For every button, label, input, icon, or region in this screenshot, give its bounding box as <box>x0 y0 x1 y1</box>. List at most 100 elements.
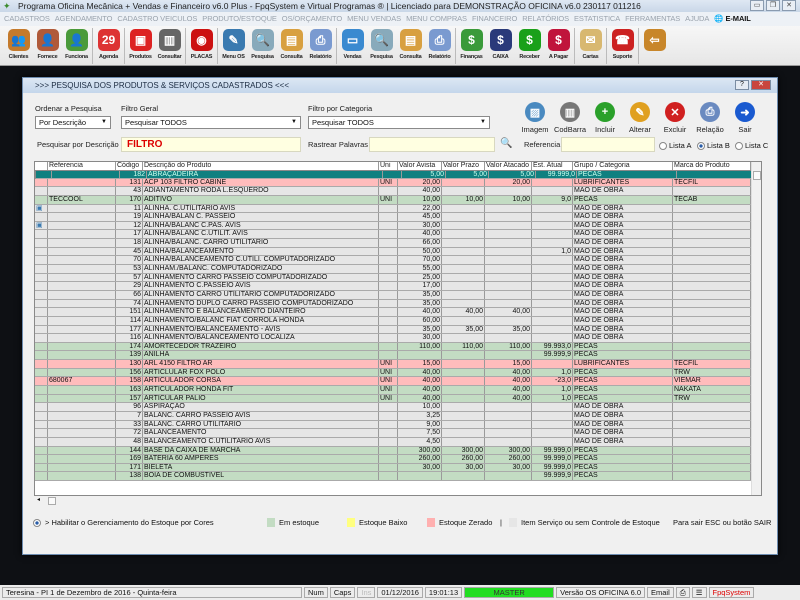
maximize-button[interactable]: ❐ <box>766 0 780 11</box>
toolbar-consulta-button[interactable]: ▤ Consulta <box>277 26 306 66</box>
close-button[interactable]: ✕ <box>782 0 796 11</box>
toolbar-relat-rio-button[interactable]: ⎙ Relatório <box>425 26 454 66</box>
search-description-input[interactable]: FILTRO <box>121 137 301 152</box>
help-button[interactable]: ? <box>735 80 749 90</box>
table-row[interactable]: 130 ARL 4150 FILTRO AR UNI 15,00 15,00 LUBRIF… <box>35 360 761 369</box>
menu-cadastros[interactable]: CADASTROS <box>4 12 50 26</box>
action-codbarra-button[interactable]: ▥ CodBarra <box>552 102 588 134</box>
printer-icon[interactable]: ⎙ <box>675 587 690 598</box>
toolbar-produtos-button[interactable]: ▣ Produtos <box>126 26 155 66</box>
table-row[interactable]: 7 BALANC. CARRO PASSEIO AVIS 3,25 MAO DE OB… <box>35 411 761 421</box>
table-row[interactable]: 157 ARTICULAR PALIO UNI 40,00 40,00 1,0 PECAS T… <box>35 394 761 404</box>
column-header[interactable]: Valor Atacado <box>485 162 532 170</box>
table-row[interactable]: 17 ALINHA/BALANC C.UTILIT. AVIS 40,00 MAO D… <box>35 230 761 240</box>
menu-relat-rios[interactable]: RELATÓRIOS <box>522 12 569 26</box>
toolbar-caixa-button[interactable]: $ CAIXA <box>486 26 515 66</box>
column-header[interactable]: Est. Atual <box>532 162 573 170</box>
order-select[interactable]: Por Descrição ▼ <box>35 116 111 129</box>
category-filter-select[interactable]: Pesquisar TODOS ▼ <box>308 116 490 129</box>
scroll-thumb[interactable] <box>48 497 56 505</box>
table-row[interactable]: 163 ARTICULADOR HONDA FIT UNI 40,00 40,00 1,0… <box>35 386 761 395</box>
column-header[interactable]: Valor Prazo <box>442 162 485 170</box>
toolbar-placas-button[interactable]: ◉ PLACAS <box>187 26 216 66</box>
menu-ajuda[interactable]: AJUDA <box>685 12 709 26</box>
table-row[interactable]: 18 ALINHA/BALANC. CARRO UTILITARIO 66,00 MA… <box>35 239 761 248</box>
table-row[interactable]: 33 BALANC. CARRO UTILITARIO 9,00 MAO DE OBR… <box>35 420 761 430</box>
table-row[interactable]: 151 ALINHAMENTO E BALANCEAMENTO DIANTEIRO… <box>35 308 761 317</box>
column-header[interactable]: Código <box>116 162 143 170</box>
table-row[interactable]: 156 ARTICLULAR FOX POLO UNI 40,00 40,00 1,0 PE… <box>35 368 761 378</box>
toolbar-menu-os-button[interactable]: ✎ Menu OS <box>219 26 248 66</box>
track-words-input[interactable] <box>369 137 495 152</box>
toolbar-a-pagar-button[interactable]: $ A Pagar <box>544 26 573 66</box>
toolbar-relat-rio-button[interactable]: ⎙ Relatório <box>306 26 335 66</box>
menu-email[interactable]: 🌐 E-MAIL <box>714 12 751 26</box>
table-row[interactable]: 45 ALINHA/BALANCEAMENTO 50,00 1,0 MAO DE OBR… <box>35 247 761 257</box>
table-row[interactable]: 29 ALINHAMENTO C.PASSEIO AVIS 17,00 MAO DE … <box>35 282 761 291</box>
scroll-thumb[interactable] <box>753 171 761 180</box>
toolbar-suporte-button[interactable]: ☎ Suporte <box>608 26 637 66</box>
toolbar-fornece-button[interactable]: 👤 Fornece <box>33 26 62 66</box>
menu-ferramentas[interactable]: FERRAMENTAS <box>625 12 680 26</box>
dialog-close-button[interactable]: ✕ <box>751 80 771 90</box>
table-row[interactable]: 182 ABRAÇADEIRA 5,00 5,00 5,00 99.999,0 PECAS <box>35 170 756 179</box>
column-header[interactable]: Referencia <box>48 162 116 170</box>
toolbar-finan-as-button[interactable]: $ Finanças <box>457 26 486 66</box>
toolbar-vendas-button[interactable]: ▭ Vendas <box>338 26 367 66</box>
horizontal-scrollbar[interactable]: ◂ <box>34 496 762 506</box>
action-rela-o-button[interactable]: ⎙ Relação <box>692 102 728 134</box>
radio-lista-c[interactable]: Lista C <box>735 141 768 150</box>
table-row[interactable]: 139 ANILHA 99.999,9 PECAS <box>35 351 761 361</box>
stock-colors-toggle[interactable]: > Habilitar o Gerenciamento do Estoque p… <box>33 518 214 527</box>
column-header[interactable]: Descrição do Produto <box>143 162 379 170</box>
scroll-left-icon[interactable]: ◂ <box>37 496 40 503</box>
table-row[interactable]: 53 ALINHAM./BALANC. COMPUTADORIZADO 55,00 M… <box>35 265 761 274</box>
table-row[interactable]: 43 ADIANTAMENTO RODA L.ESQUERDO 40,00 MAO D… <box>35 187 761 196</box>
table-row[interactable]: 48 BALANCEAMENTO C.UTILITARIO AVIS 4,50 MAO… <box>35 437 761 447</box>
table-row[interactable]: 169 BATERIA 60 AMPERES 260,00 260,00 260,00 9… <box>35 455 761 464</box>
table-row[interactable]: 66 ALINHAMENTO CARRO UTILITARIO COMPUTADO… <box>35 290 761 300</box>
table-row[interactable]: 70 ALINHA/BALANCEAMENTO C.UTILI. COMPUTAD… <box>35 256 761 266</box>
column-header[interactable]: Grupo / Categoria <box>573 162 673 170</box>
table-row[interactable]: ▣ 11 ALINHA. C.UTILITARIO AVIS 22,00 MAO DE … <box>35 204 761 214</box>
radio-lista-b[interactable]: Lista B <box>697 141 730 150</box>
toolbar-pesquisa-button[interactable]: 🔍 Pesquisa <box>367 26 396 66</box>
table-row[interactable]: 680067 158 ARTICULADOR CORSA UNI 40,00 40,00-… <box>35 377 761 387</box>
toolbar-cartas-button[interactable]: ✉ Cartas <box>576 26 605 66</box>
reference-input[interactable] <box>561 137 655 152</box>
table-row[interactable]: TECCOOL 170 ADITIVO UNI 10,00 10,00 10,00 9,0 PE… <box>35 195 761 205</box>
menu-os-or-amento[interactable]: OS/ORÇAMENTO <box>282 12 342 26</box>
search-icon[interactable]: 🔍 <box>500 138 512 149</box>
table-row[interactable]: 144 BASE DA CAIXA DE MARCHA 300,00 300,00 30… <box>35 446 761 456</box>
table-row[interactable]: 131 ACP 103 FILTRO CABINE UNI 20,00 20,00 LUB… <box>35 178 761 188</box>
minimize-button[interactable]: ▭ <box>750 0 764 11</box>
table-row[interactable]: 171 BIELETA 30,00 30,00 30,00 99.999,0 PECAS <box>35 463 761 473</box>
table-row[interactable]: 114 ALINHAMENTO/BALANC FIAT CORROLA HONDA… <box>35 316 761 326</box>
table-row[interactable]: ▣ 12 ALINHA/BALANC C.PAS. AVIS 30,00 MAO DE … <box>35 221 761 231</box>
table-row[interactable]: 116 ALINHAMENTO/BALANCEAMENTO LOCALIZA 30,… <box>35 334 761 343</box>
menu-menu-vendas[interactable]: MENU VENDAS <box>347 12 401 26</box>
column-header[interactable]: Valor Avista <box>398 162 442 170</box>
menu-produto-estoque[interactable]: PRODUTO/ESTOQUE <box>202 12 277 26</box>
action-incluir-button[interactable]: + Incluir <box>587 102 623 134</box>
general-filter-select[interactable]: Pesquisar TODOS ▼ <box>121 116 301 129</box>
toolbar-consultar-button[interactable]: ▥ Consultar <box>155 26 184 66</box>
table-row[interactable]: 19 ALINHA/BALAN C. PASSEIO 45,00 MAO DE OBR… <box>35 213 761 222</box>
table-row[interactable]: 174 AMORTECEDOR TRAZEIRO 110,00 110,00 110,0… <box>35 342 761 352</box>
column-header[interactable]: Uni <box>379 162 398 170</box>
action-sair-button[interactable]: ➜ Sair <box>727 102 763 134</box>
table-row[interactable]: 57 ALINHAMENTO CARRO PASSEIO COMPUTADORIZ… <box>35 273 761 283</box>
column-header[interactable]: Marca do Produto <box>673 162 751 170</box>
keyboard-icon[interactable]: ☰ <box>691 587 707 598</box>
radio-lista-a[interactable]: Lista A <box>659 141 692 150</box>
menu-menu-compras[interactable]: MENU COMPRAS <box>406 12 467 26</box>
action-excluir-button[interactable]: ✕ Excluir <box>657 102 693 134</box>
toolbar-exit-button[interactable]: ⇦ <box>640 26 669 66</box>
status-email[interactable]: Email <box>647 587 674 598</box>
table-row[interactable]: 74 ALINHAMENTO DUPLO CARRO PASSEIO COMPUT… <box>35 299 761 309</box>
toolbar-funciona-button[interactable]: 👤 Funciona <box>62 26 91 66</box>
vertical-scrollbar[interactable] <box>751 162 761 495</box>
menu-estatistica[interactable]: ESTATISTICA <box>574 12 620 26</box>
menu-agendamento[interactable]: AGENDAMENTO <box>55 12 113 26</box>
toolbar-receber-button[interactable]: $ Receber <box>515 26 544 66</box>
